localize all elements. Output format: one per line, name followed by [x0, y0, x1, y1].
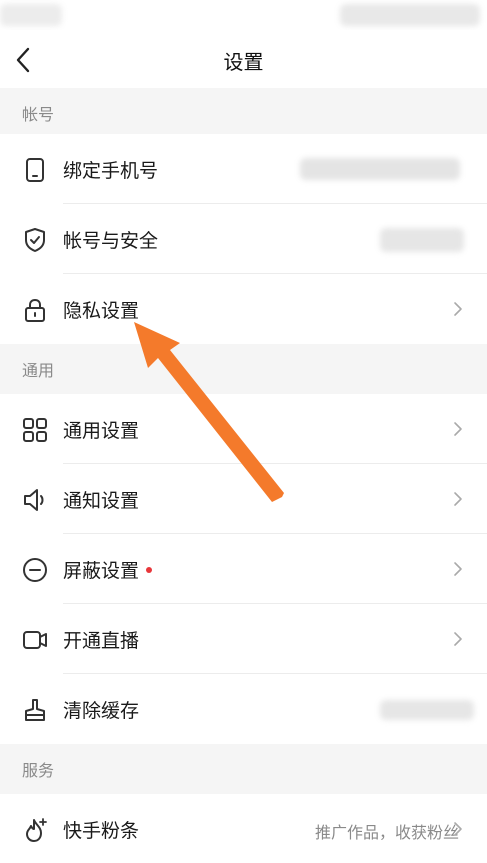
row-label: 开通直播 [63, 630, 140, 652]
account-status-blurred [380, 228, 464, 252]
row-description: 推广作品，收获粉丝 [314, 823, 459, 842]
phone-number-blurred [300, 158, 460, 180]
row-label: 通用设置 [63, 420, 140, 442]
section-label: 通用 [22, 361, 55, 380]
chevron-right-icon [454, 822, 462, 836]
minus-circle-icon [23, 558, 47, 582]
phone-icon [26, 158, 44, 182]
row-account-security[interactable]: 帐号与安全 [0, 204, 487, 274]
section-header-account: 帐号 [0, 88, 487, 134]
lock-icon [25, 298, 45, 322]
row-clear-cache[interactable]: 清除缓存 [0, 674, 487, 744]
row-general-settings[interactable]: 通用设置 [0, 394, 487, 464]
status-bar-left-blur [0, 4, 62, 26]
chevron-right-icon [454, 562, 462, 576]
status-bar [0, 0, 487, 30]
nav-bar: 设置 [0, 30, 487, 88]
row-label: 隐私设置 [63, 300, 140, 322]
shield-check-icon [25, 228, 45, 252]
chevron-right-icon [454, 492, 462, 506]
video-camera-icon [23, 631, 47, 649]
row-label: 绑定手机号 [63, 160, 159, 182]
fire-plus-icon [26, 818, 47, 842]
row-label: 帐号与安全 [63, 230, 159, 252]
section-header-general: 通用 [0, 344, 487, 390]
row-open-live[interactable]: 开通直播 [0, 604, 487, 674]
grid-icon [23, 418, 47, 442]
row-label: 屏蔽设置 [63, 560, 140, 582]
broom-icon [25, 699, 45, 721]
row-notification-settings[interactable]: 通知设置 [0, 464, 487, 534]
cache-size-blurred [380, 700, 474, 720]
section-header-service: 服务 [0, 744, 487, 790]
row-privacy-settings[interactable]: 隐私设置 [0, 274, 487, 344]
row-block-settings[interactable]: 屏蔽设置 [0, 534, 487, 604]
chevron-right-icon [454, 302, 462, 316]
speaker-icon [24, 489, 44, 511]
row-bind-phone[interactable]: 绑定手机号 [0, 134, 487, 204]
new-badge-dot [146, 567, 152, 573]
row-label: 快手粉条 [63, 820, 140, 842]
section-label: 帐号 [22, 105, 55, 124]
row-label: 通知设置 [63, 490, 140, 512]
row-fan-bar[interactable]: 快手粉条 推广作品，收获粉丝 [0, 794, 487, 863]
page-title: 设置 [223, 50, 264, 74]
row-label: 清除缓存 [63, 700, 140, 722]
chevron-right-icon [454, 632, 462, 646]
section-label: 服务 [22, 761, 55, 780]
chevron-right-icon [454, 422, 462, 436]
status-bar-right-blur [340, 4, 480, 26]
